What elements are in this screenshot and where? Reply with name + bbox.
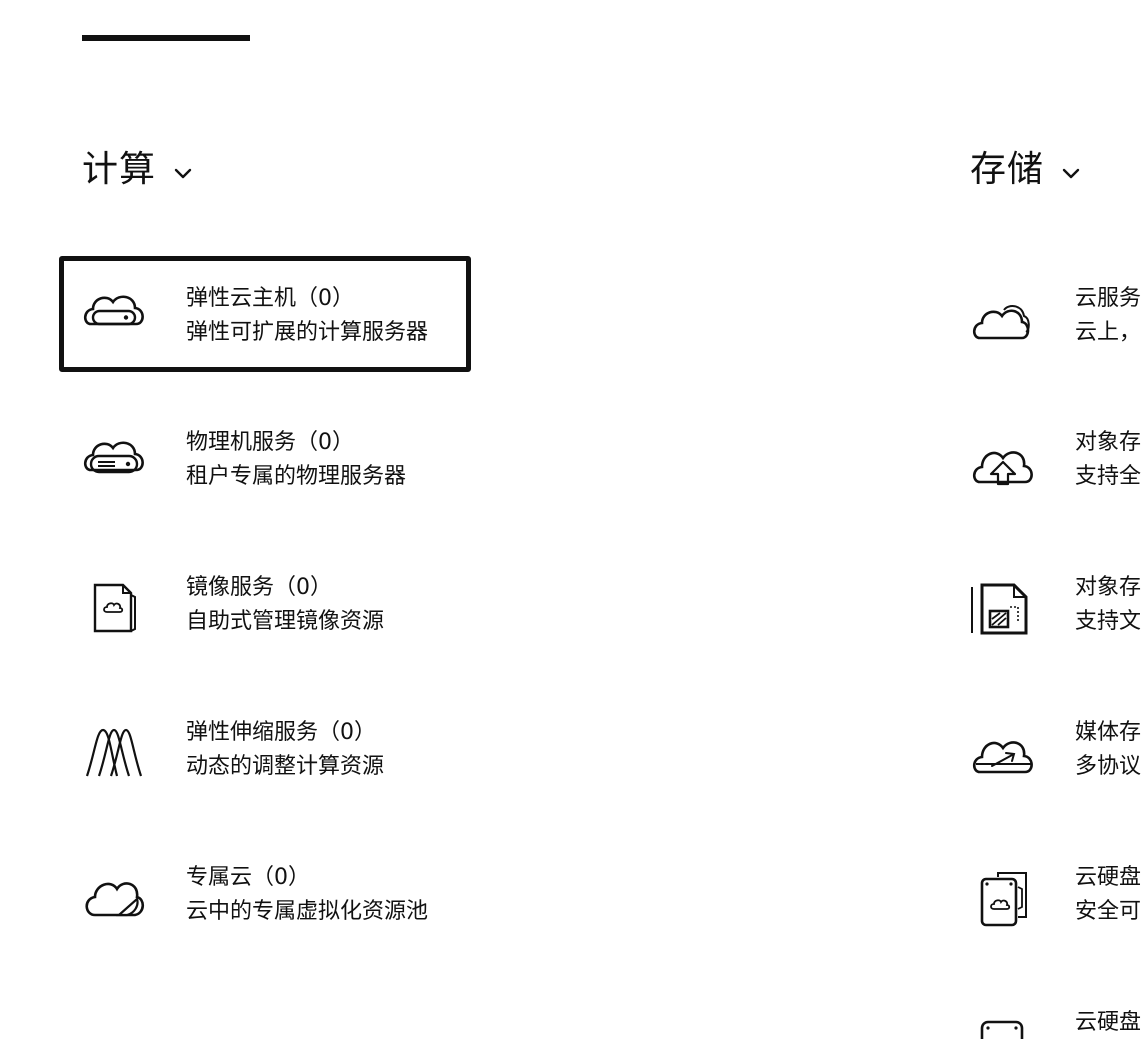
service-name: 云硬盘 <box>1075 1010 1142 1035</box>
service-item-storage-4[interactable]: 媒体存 多协议 <box>948 690 1147 806</box>
disk-stack-icon <box>970 857 1036 927</box>
cloud-upload-icon <box>970 422 1036 492</box>
service-item-storage-3[interactable]: 对象存 支持文 <box>948 545 1147 661</box>
service-description: 云中的专属虚拟化资源池 <box>186 899 429 924</box>
active-tab-indicator <box>82 35 250 41</box>
service-item-as[interactable]: 弹性伸缩服务（0） 动态的调整计算资源 <box>59 690 471 806</box>
service-name: 云硬盘 <box>1075 865 1142 890</box>
image-file-icon <box>81 567 147 637</box>
cloud-hardware-icon <box>81 422 147 492</box>
service-item-ims[interactable]: 镜像服务（0） 自助式管理镜像资源 <box>59 545 471 661</box>
service-name: 对象存 <box>1075 575 1142 600</box>
disk-icon <box>970 1002 1036 1039</box>
cloud-server-icon <box>81 278 147 348</box>
cloud-transfer-icon <box>970 712 1036 782</box>
double-cloud-icon <box>970 278 1036 348</box>
service-item-storage-1[interactable]: 云服务 云上， <box>948 256 1147 372</box>
storage-section-header[interactable]: 存储 <box>970 146 1084 194</box>
service-name: 弹性伸缩服务（0） <box>186 720 376 745</box>
service-description: 自助式管理镜像资源 <box>186 609 385 634</box>
service-item-storage-5[interactable]: 云硬盘 安全可 <box>948 835 1147 951</box>
service-description: 支持文 <box>1075 609 1142 634</box>
service-name: 对象存 <box>1075 430 1142 455</box>
object-file-icon <box>970 567 1036 637</box>
service-name: 镜像服务（0） <box>186 575 332 600</box>
compute-section-title: 计算 <box>82 149 157 190</box>
service-description: 多协议 <box>1075 754 1142 779</box>
dedicated-cloud-icon <box>81 857 147 927</box>
service-name: 物理机服务（0） <box>186 430 354 455</box>
service-name: 云服务 <box>1075 286 1142 311</box>
service-item-storage-6[interactable]: 云硬盘 <box>948 980 1147 1039</box>
service-description: 支持全 <box>1075 464 1142 489</box>
service-description: 云上， <box>1075 320 1142 345</box>
service-name: 专属云（0） <box>186 865 310 890</box>
service-item-bms[interactable]: 物理机服务（0） 租户专属的物理服务器 <box>59 400 471 516</box>
service-description: 弹性可扩展的计算服务器 <box>186 320 429 345</box>
service-name: 媒体存 <box>1075 720 1142 745</box>
service-description: 动态的调整计算资源 <box>186 754 385 779</box>
service-item-storage-2[interactable]: 对象存 支持全 <box>948 400 1147 516</box>
service-description: 安全可 <box>1075 899 1142 924</box>
service-description: 租户专属的物理服务器 <box>186 464 407 489</box>
chevron-down-icon <box>170 160 196 186</box>
storage-section-title: 存储 <box>970 149 1045 190</box>
service-item-dec[interactable]: 专属云（0） 云中的专属虚拟化资源池 <box>59 835 471 951</box>
service-item-ecs[interactable]: 弹性云主机（0） 弹性可扩展的计算服务器 <box>59 256 471 372</box>
compute-section-header[interactable]: 计算 <box>82 146 196 194</box>
service-name: 弹性云主机（0） <box>186 286 354 311</box>
chevron-down-icon <box>1058 160 1084 186</box>
scaling-waves-icon <box>81 712 147 782</box>
service-catalog-page: 计算 弹性云主机（0） 弹性可扩展的计算服务器 物理机服务（0） 租户专属的物理… <box>0 0 1147 1039</box>
